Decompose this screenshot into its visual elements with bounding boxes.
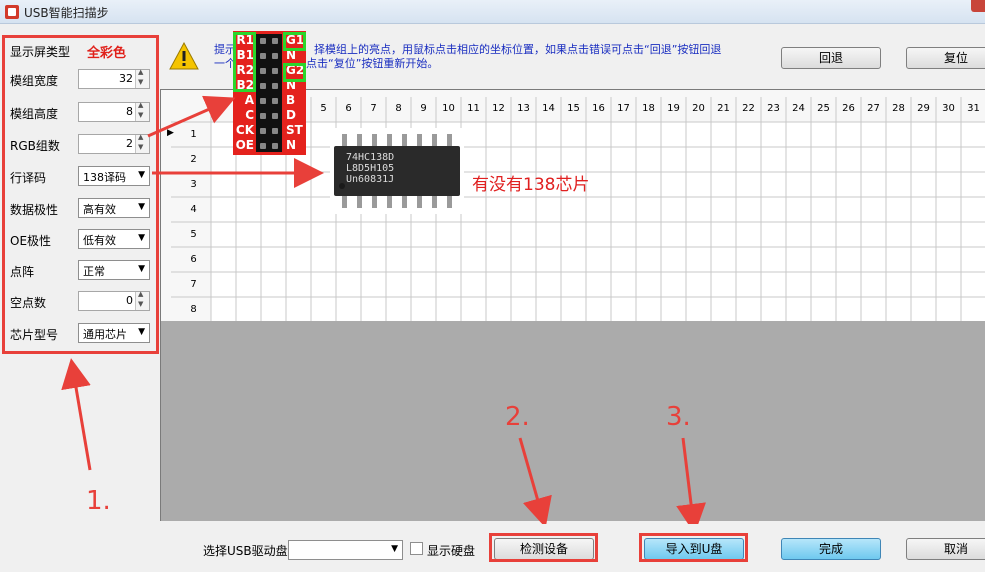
- annotation-step-1: 1.: [86, 486, 111, 516]
- show-disk-label: 显示硬盘: [427, 544, 476, 558]
- usb-drive-select[interactable]: ▼: [288, 540, 403, 560]
- annotation-step-3: 3.: [666, 402, 691, 432]
- chevron-down-icon: ▼: [391, 544, 398, 554]
- annotation-step-2: 2.: [505, 402, 530, 432]
- cancel-button[interactable]: 取消: [906, 538, 985, 560]
- show-disk-checkbox[interactable]: [410, 542, 423, 555]
- usb-drive-label: 选择USB驱动盘: [203, 544, 288, 558]
- detect-highlight-box: [489, 533, 598, 562]
- annotation-arrows: [61, 95, 706, 534]
- finish-button[interactable]: 完成: [781, 538, 881, 560]
- import-highlight-box: [639, 533, 748, 562]
